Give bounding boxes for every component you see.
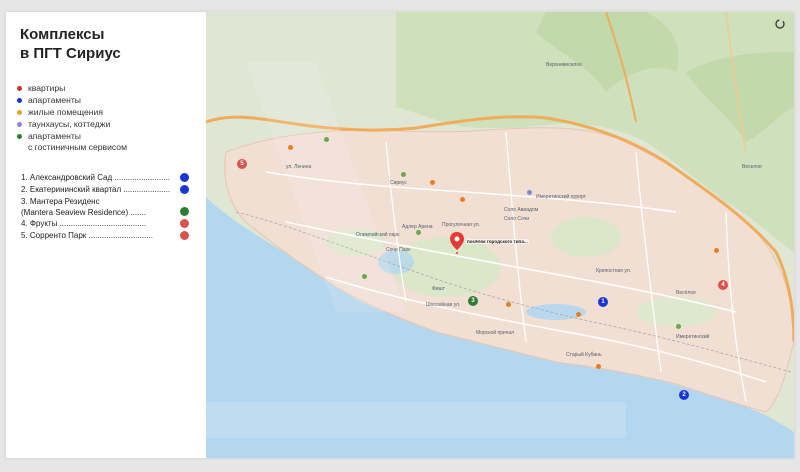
poi-dot[interactable] [596,364,601,369]
park [636,297,716,327]
poi-dot[interactable] [430,180,435,185]
map-label-veseloe: Веселое [742,164,762,170]
map-label-solo-sochi: Соло Сочи [504,216,530,222]
map-label-sochi-park: Сочи Парк [386,247,411,253]
legend-label: таунхаусы, коттеджи [28,119,111,129]
poi-dot[interactable] [676,324,681,329]
legend-item-residential: жилые помещения [17,107,202,118]
location-pin-icon[interactable] [450,232,464,254]
legend-label-line: апартаменты с гостиничным сервисом [28,131,127,152]
complex-marker [180,185,189,194]
poi-dot[interactable] [714,248,719,253]
complex-list: 1. Александровский Сад .................… [21,172,201,242]
watermark [206,402,626,438]
map-label-lenina: ул. Ленина [286,164,312,170]
page-title: Комплексы в ПГТ Сириус [20,25,121,63]
map-label-krepostnaya: Крепостная ул. [596,268,632,274]
map-label-olimp-park: Олимпийский парк [356,232,400,238]
complex-label: 2. Екатерининский квартал ..............… [21,185,171,194]
map-label-imeretinsky: Имеретинский курорт [536,194,586,200]
refresh-icon[interactable] [774,18,788,32]
park [551,217,621,257]
legend-label: апартаменты [28,95,81,105]
legend-label: квартиры [28,83,66,93]
pin-label: посёлок городского типа... [466,239,529,244]
map-label-solo: Соло Авиадом [504,207,539,213]
legend-item-hotel-apartments: апартаменты с гостиничным сервисом [17,131,202,153]
complex-item-ekaterininsky[interactable]: 2. Екатерининский квартал ..............… [21,184,201,196]
poi-dot[interactable] [324,137,329,142]
poi-dot[interactable] [506,302,511,307]
complex-label: 4. Фрукты ..............................… [21,219,147,228]
complex-label: 5. Сорренто Парк .......................… [21,231,153,240]
complex-marker [180,231,189,240]
map-area[interactable]: Веселое Верхневеселое Весёлое Соло Авиад… [206,12,794,458]
poi-dot[interactable] [362,274,367,279]
complex-label: 1. Александровский Сад .................… [21,173,170,182]
map-marker-2[interactable]: 2 [679,390,689,400]
poi-dot[interactable] [576,312,581,317]
map-label-shosseynaya: Шоссейная ул. [426,302,461,308]
map-slide: Комплексы в ПГТ Сириус квартиры апартаме… [6,12,794,458]
legend-dot [17,86,22,91]
poi-dot[interactable] [460,197,465,202]
map-label-fisht: Фишт [432,286,445,292]
complex-item-mantera[interactable]: 3. Мантера Резиденс (Mantera Seaview Res… [21,196,201,218]
map-marker-1[interactable]: 1 [598,297,608,307]
legend: квартиры апартаменты жилые помещения тау… [17,83,202,154]
legend-item-flats: квартиры [17,83,202,94]
poi-dot[interactable] [527,190,532,195]
map-label-imeretinsky-2: Имеретинский [676,334,710,340]
map-label-sirius: Сириус [390,180,407,186]
complex-item-frukty[interactable]: 4. Фрукты ..............................… [21,218,201,230]
map-label-verhneveseloe: Верхневеселое [546,62,582,68]
info-panel: Комплексы в ПГТ Сириус квартиры апартаме… [6,12,206,458]
map-label-progulochnaya: Прогулочная ул. [442,222,480,228]
complex-item-sorrento[interactable]: 5. Сорренто Парк .......................… [21,230,201,242]
map-label-vesyoloe: Весёлое [676,290,696,296]
title-line-2: в ПГТ Сириус [20,45,121,62]
complex-marker [180,173,189,182]
map-graphic [206,12,794,458]
complex-item-aleksandrovsky[interactable]: 1. Александровский Сад .................… [21,172,201,184]
map-marker-5[interactable]: 5 [237,159,247,169]
legend-dot [17,110,22,115]
map-label-morskoy: Морской причал [476,330,515,336]
poi-dot[interactable] [288,145,293,150]
legend-dot [17,122,22,127]
map-marker-3[interactable]: 3 [468,296,478,306]
legend-item-apartments: апартаменты [17,95,202,106]
complex-marker [180,219,189,228]
map-marker-4[interactable]: 4 [718,280,728,290]
legend-dot [17,134,22,139]
legend-dot [17,98,22,103]
legend-item-townhouses: таунхаусы, коттеджи [17,119,202,130]
title-line-1: Комплексы [20,26,105,43]
legend-label: апартаменты с гостиничным сервисом [28,131,127,153]
poi-dot[interactable] [401,172,406,177]
complex-label: 3. Мантера Резиденс (Mantera Seaview Res… [21,197,146,217]
poi-dot[interactable] [416,230,421,235]
legend-label: жилые помещения [28,107,103,117]
map-label-stary-kuban: Старый Кубань [566,352,602,358]
complex-marker [180,207,189,216]
